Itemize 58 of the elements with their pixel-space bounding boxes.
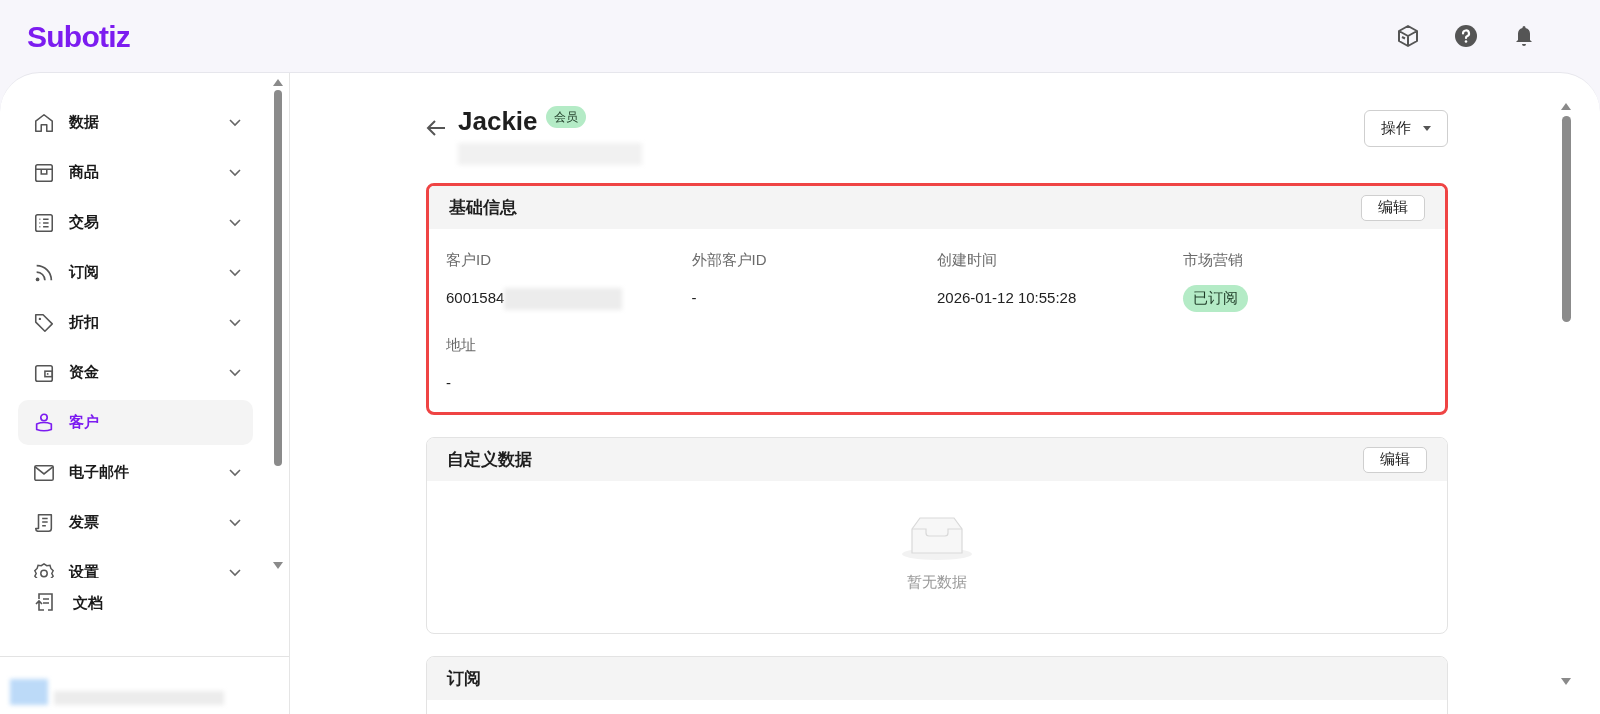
home-icon [33,111,55,134]
empty-inbox-icon [901,515,973,561]
sidebar-item[interactable]: 资金 [18,350,253,395]
sidebar-item[interactable]: 交易 [18,200,253,245]
sidebar-item[interactable]: 数据 [18,100,253,145]
chevron-down-icon[interactable] [229,368,241,377]
scroll-up-icon[interactable] [273,79,283,86]
help-icon[interactable] [1454,24,1478,48]
card-title: 基础信息 [449,196,517,219]
document-icon [34,592,54,614]
empty-state-text: 暂无数据 [907,572,967,592]
box-icon[interactable] [1396,24,1420,48]
field-label: 地址 [446,334,477,355]
field-value: - [691,288,697,309]
chevron-down-icon[interactable] [229,168,241,177]
scrollbar-thumb[interactable] [1561,116,1571,322]
field-label: 市场营销 [1182,250,1244,270]
edit-button[interactable]: 编辑 [1361,194,1425,221]
chevron-down-icon[interactable] [229,568,241,577]
caret-icon [1423,126,1431,131]
field-label: 创建时间 [937,250,998,270]
chevron-down-icon[interactable] [229,518,241,527]
sidebar-item[interactable]: 订阅 [18,250,253,295]
scrollbar-thumb[interactable] [274,90,282,466]
sidebar-item[interactable]: 电子邮件 [18,450,253,495]
gear-icon [33,561,55,578]
sidebar-item[interactable]: 商品 [18,150,253,195]
sidebar-item[interactable]: 发票 [18,500,253,545]
field-value: 6001584 [446,288,505,309]
receipt-icon [33,511,55,534]
chevron-down-icon[interactable] [229,468,241,477]
field-value: - [446,372,451,393]
sidebar-item[interactable]: 折扣 [18,300,253,345]
scroll-down-icon[interactable] [1561,678,1571,685]
sidebar-item[interactable]: 客户 [18,400,253,445]
edit-button[interactable]: 编辑 [1363,446,1427,473]
member-tag: 会员 [545,106,586,128]
customer-name: Jackie [458,105,538,138]
field-label: 客户ID [446,250,492,270]
status-tag: 已订阅 [1182,285,1248,312]
field-value: 2026-01-12 10:55:28 [937,288,1077,309]
chevron-down-icon[interactable] [229,218,241,227]
brand-logo[interactable]: Subotiz [27,13,131,59]
user-icon [33,411,55,434]
list-icon [33,211,55,234]
store-icon [33,161,55,184]
card-title: 订阅 [447,667,481,690]
actions-dropdown-button[interactable]: 操作 [1364,110,1448,147]
sidebar-item[interactable]: 文档 [34,588,289,618]
chevron-down-icon[interactable] [229,118,241,127]
tag-icon [33,311,55,334]
scroll-down-icon[interactable] [273,562,283,569]
field-label: 外部客户ID [691,250,768,270]
back-arrow-icon[interactable] [426,119,446,137]
chevron-down-icon[interactable] [229,268,241,277]
card-title: 自定义数据 [447,448,532,471]
scroll-up-icon[interactable] [1561,103,1571,110]
chevron-down-icon[interactable] [229,318,241,327]
